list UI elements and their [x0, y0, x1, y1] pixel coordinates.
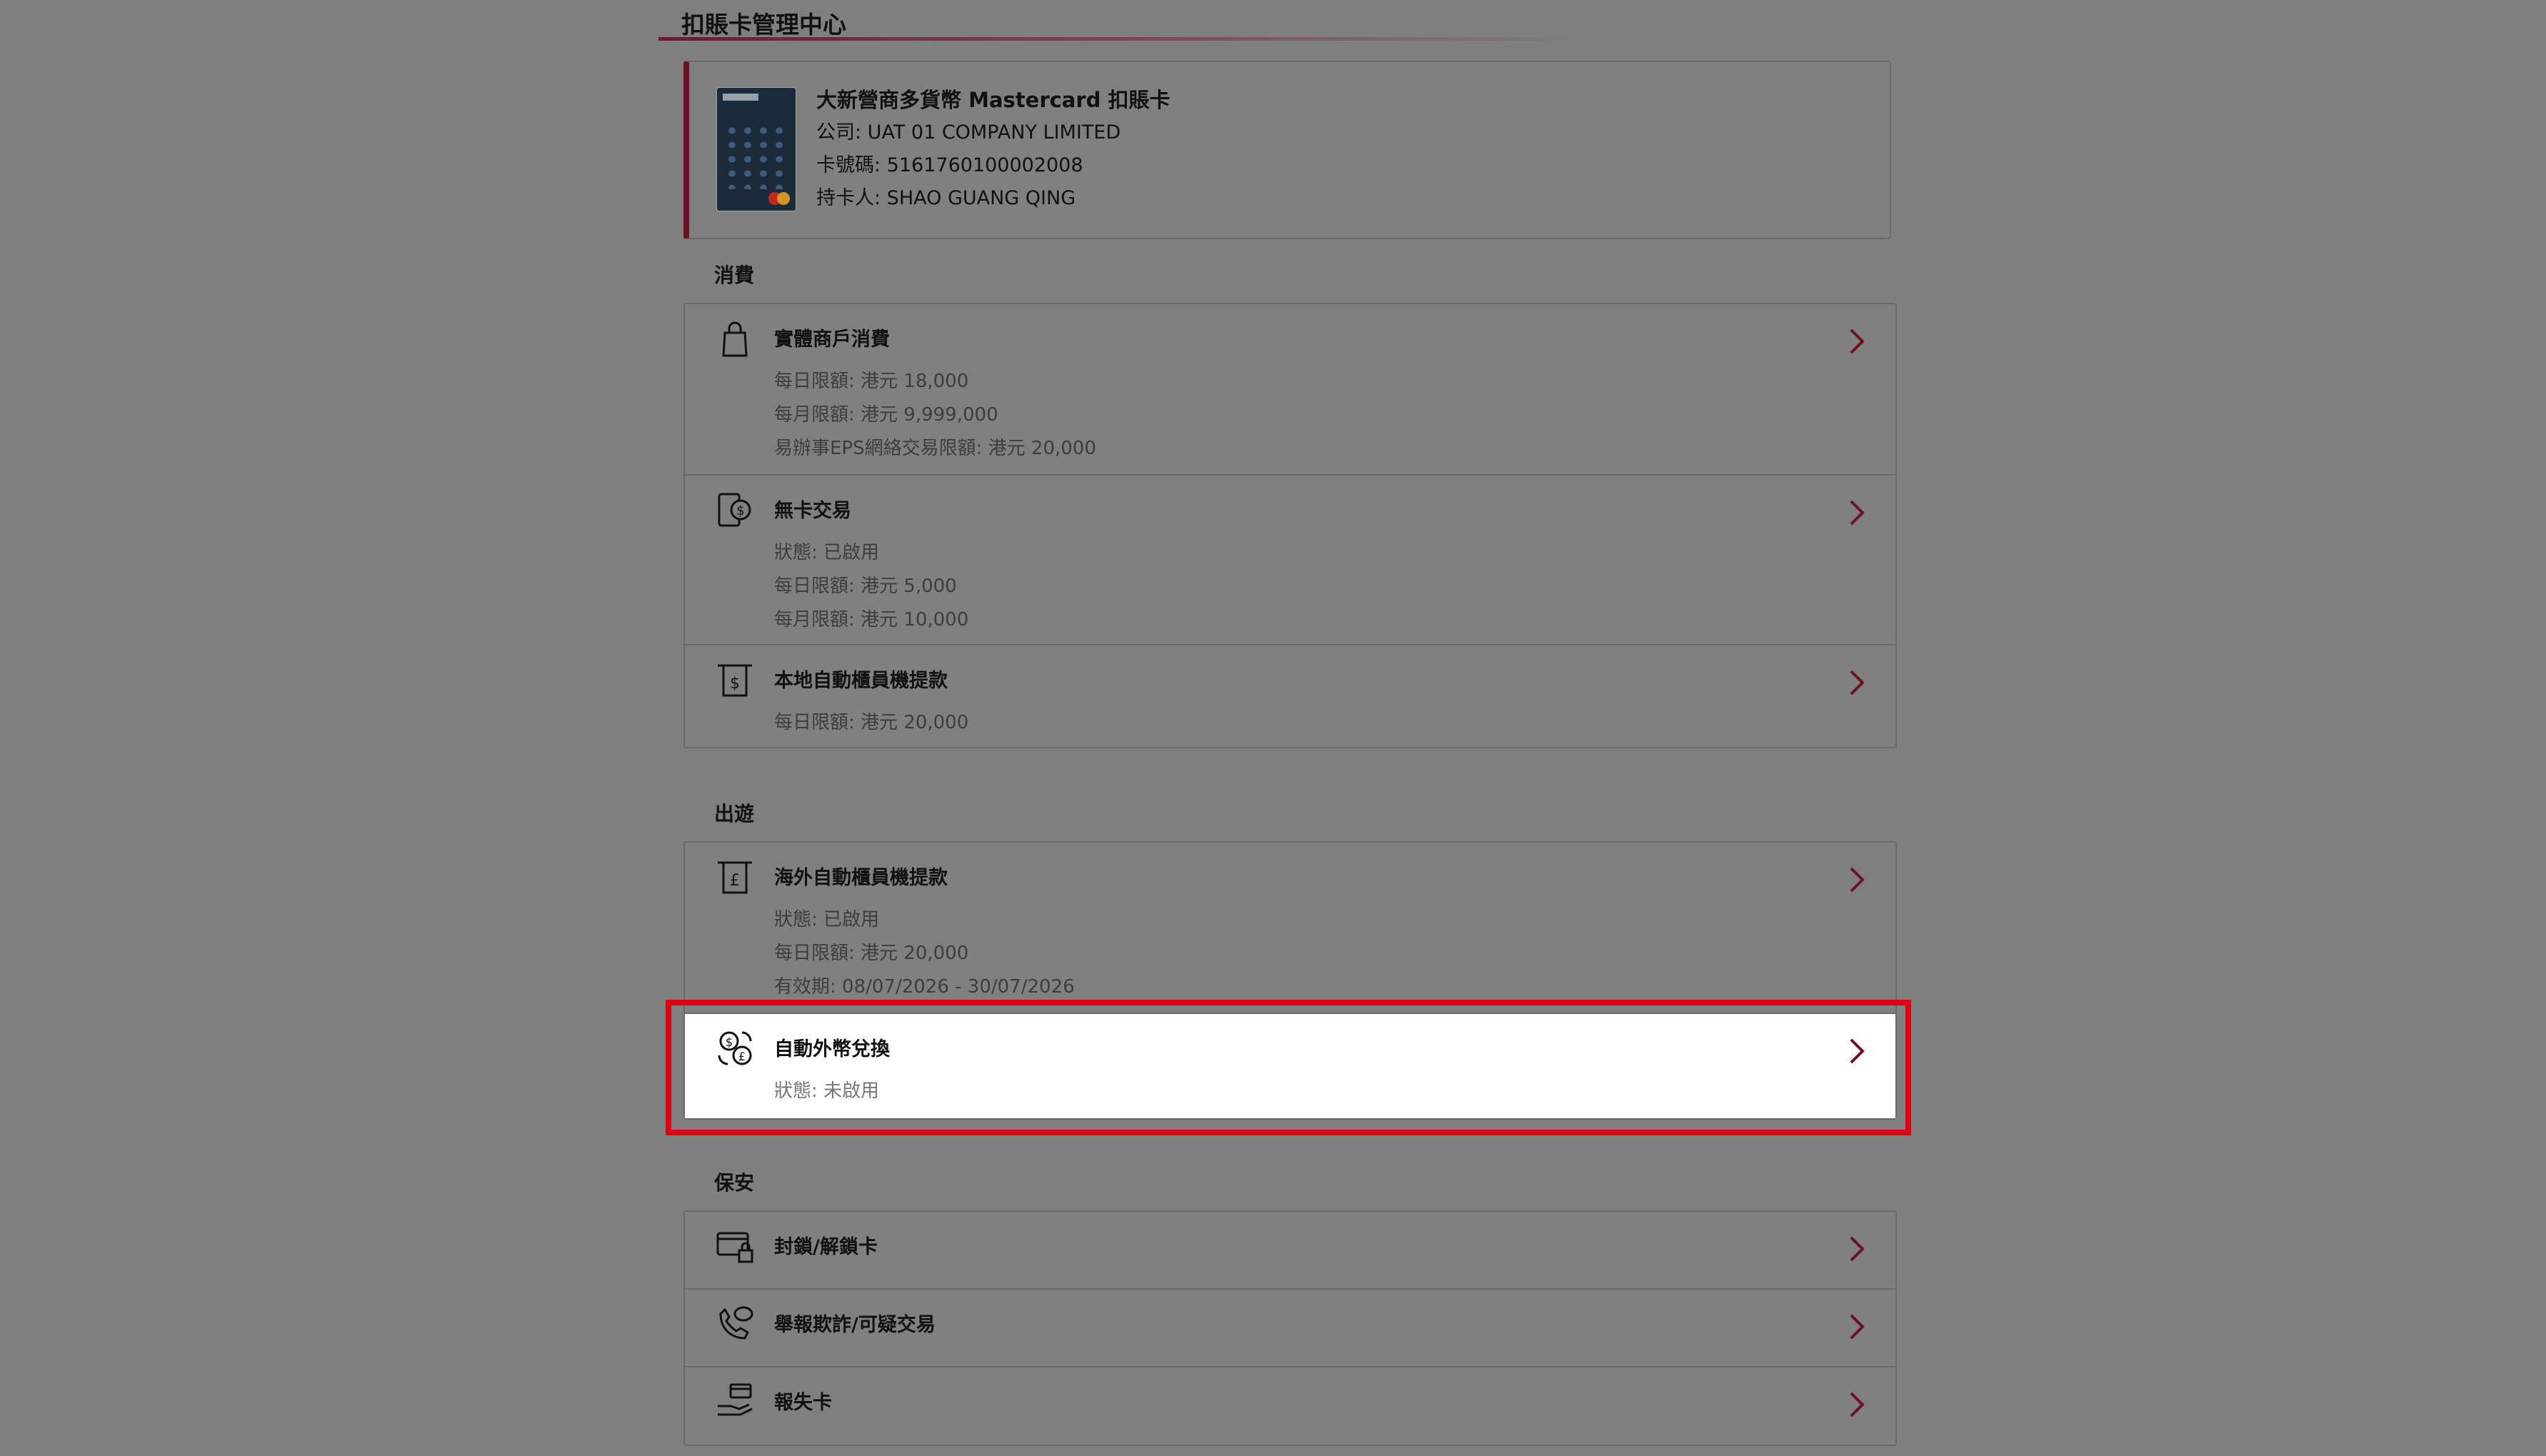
- atm-pound-icon: £: [718, 861, 752, 894]
- item-label: 無卡交易: [774, 500, 851, 522]
- list-item-report-fraud[interactable]: 舉報欺詐/可疑交易: [685, 1290, 1895, 1367]
- chevron-right-icon[interactable]: [1847, 498, 1867, 527]
- card-name: 大新營商多貨幣 Mastercard 扣賬卡: [816, 88, 1171, 112]
- item-detail: 每日限額: 港元 18,000: [774, 371, 969, 392]
- page-title: 扣賬卡管理中心: [681, 11, 846, 39]
- svg-text:£: £: [730, 872, 740, 890]
- list-item-lock-unlock-card[interactable]: 封鎖/解鎖卡: [685, 1212, 1895, 1290]
- shopping-bag-icon: [722, 321, 748, 357]
- list-item-cardless-transaction[interactable]: $ 無卡交易 狀態: 已啟用 每日限額: 港元 5,000 每月限額: 港元 1…: [685, 476, 1895, 646]
- chevron-right-icon[interactable]: [1847, 865, 1867, 894]
- security-group: 封鎖/解鎖卡 舉報欺詐/可疑交易 報失卡: [683, 1210, 1897, 1446]
- item-detail: 每月限額: 港元 9,999,000: [774, 404, 998, 426]
- item-detail: 每日限額: 港元 20,000: [774, 712, 969, 733]
- card-lock-icon: [716, 1232, 753, 1263]
- phone-dollar-icon: $: [718, 493, 751, 527]
- item-label: 本地自動櫃員機提款: [774, 670, 948, 692]
- item-label: 海外自動櫃員機提款: [774, 867, 948, 889]
- item-detail: 易辦事EPS網絡交易限額: 港元 20,000: [774, 438, 1096, 459]
- chevron-right-icon[interactable]: [1847, 1390, 1867, 1419]
- bank-logo: [723, 94, 758, 101]
- list-item-report-lost-card[interactable]: 報失卡: [685, 1367, 1895, 1445]
- item-detail: 有效期: 08/07/2026 - 30/07/2026: [774, 976, 1075, 998]
- svg-text:$: $: [730, 675, 740, 693]
- item-label: 報失卡: [774, 1392, 832, 1414]
- card-info-panel: 大新營商多貨幣 Mastercard 扣賬卡 公司: UAT 01 COMPAN…: [683, 61, 1891, 239]
- item-detail: 狀態: 已啟用: [774, 909, 880, 930]
- card-image: [716, 87, 796, 211]
- atm-dollar-icon: $: [718, 664, 752, 697]
- list-item-retail-spending[interactable]: 實體商戶消費 每日限額: 港元 18,000 每月限額: 港元 9,999,00…: [685, 304, 1895, 476]
- chevron-right-icon[interactable]: [1847, 327, 1867, 356]
- section-heading-security: 保安: [714, 1171, 755, 1195]
- card-number: 卡號碼: 5161760100002008: [816, 154, 1083, 176]
- svg-text:$: $: [736, 503, 744, 518]
- phone-speech-icon: [719, 1306, 753, 1340]
- card-details: 大新營商多貨幣 Mastercard 扣賬卡 公司: UAT 01 COMPAN…: [816, 84, 1171, 215]
- spending-group: 實體商戶消費 每日限額: 港元 18,000 每月限額: 港元 9,999,00…: [683, 303, 1897, 748]
- section-heading-spending: 消費: [714, 263, 755, 287]
- item-detail: 每日限額: 港元 20,000: [774, 943, 969, 964]
- list-item-local-atm[interactable]: $ 本地自動櫃員機提款 每日限額: 港元 20,000: [685, 646, 1895, 747]
- chevron-right-icon[interactable]: [1847, 668, 1867, 697]
- page-header: 扣賬卡管理中心: [658, 0, 1897, 43]
- item-detail: 每月限額: 港元 10,000: [774, 609, 969, 631]
- item-detail: 狀態: 已啟用: [774, 542, 880, 563]
- chevron-right-icon[interactable]: [1847, 1235, 1867, 1263]
- hand-card-icon: [718, 1383, 753, 1416]
- title-underline: [658, 37, 1897, 41]
- item-label: 舉報欺詐/可疑交易: [774, 1314, 936, 1336]
- section-heading-travel: 出遊: [714, 802, 755, 825]
- chevron-right-icon[interactable]: [1847, 1312, 1867, 1341]
- list-item-overseas-atm[interactable]: £ 海外自動櫃員機提款 狀態: 已啟用 每日限額: 港元 20,000 有效期:…: [685, 843, 1895, 1014]
- card-holder: 持卡人: SHAO GUANG QING: [816, 187, 1076, 209]
- mastercard-logo-icon: [768, 192, 790, 205]
- card-company: 公司: UAT 01 COMPANY LIMITED: [816, 121, 1121, 144]
- item-detail: 每日限額: 港元 5,000: [774, 576, 957, 597]
- item-label: 實體商戶消費: [774, 328, 890, 351]
- item-label: 封鎖/解鎖卡: [774, 1236, 878, 1258]
- highlight-box: [666, 1000, 1911, 1135]
